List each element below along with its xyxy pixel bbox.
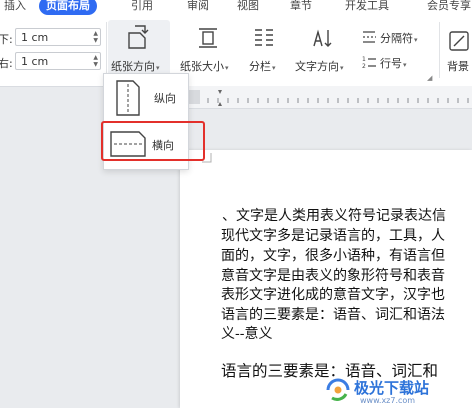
text-direction-button[interactable]: 文字方向▾ (292, 20, 356, 76)
tab-view[interactable]: 视图 (237, 0, 259, 15)
doc-line-2: 现代文字多是记录语言的，工具，人 (221, 228, 445, 244)
chevron-down-icon: ▾ (225, 64, 229, 72)
chevron-down-icon: ▾ (272, 64, 276, 72)
breaks-button[interactable]: 分隔符▾ (360, 28, 434, 48)
chevron-down-icon: ▾ (340, 64, 344, 72)
margin-right-value: 1 cm (21, 55, 49, 68)
group-expand-icon[interactable]: ◢ (427, 74, 432, 82)
chevron-down-icon: ▾ (156, 64, 160, 72)
ribbon-toolbar: 下: 1 cm ▲▼ 右: 1 cm ▲▼ 纸张方向▾ 纸张大小▾ 分栏▾ (0, 16, 472, 87)
margin-right-input[interactable]: 1 cm ▲ ▼ (15, 52, 101, 70)
document-page[interactable]: 、文字是人类用表义符号记录表达信 现代文字多是记录语言的，工具，人 面的，文字，… (180, 150, 472, 408)
margin-bottom-input[interactable]: 1 cm ▲ ▼ (15, 28, 101, 46)
doc-line-1: 、文字是人类用表义符号记录表达信 (222, 208, 446, 224)
tab-chapter[interactable]: 章节 (290, 0, 312, 15)
background-label: 背景 (447, 60, 469, 73)
divider (439, 22, 440, 78)
doc-line-4: 意音文字是由表义的象形符号和表音 (221, 268, 445, 284)
spinner-icon[interactable]: ▲ ▼ (93, 30, 98, 44)
paper-size-icon (199, 28, 217, 48)
orientation-button[interactable]: 纸张方向▾ (108, 20, 170, 76)
ruler-scale (180, 90, 469, 106)
line-numbers-button[interactable]: 1 2 行号▾ (360, 53, 434, 73)
doc-line-6: 语言的三要素是：语音、词汇和语法 (221, 307, 445, 323)
watermark-logo: 极光下载站 www.xz7.com (312, 376, 472, 408)
highlight-box (101, 121, 205, 161)
menu-tab-bar: 插入 页面布局 引用 审阅 视图 章节 开发工具 会员专享 (0, 0, 472, 16)
text-direction-label: 文字方向▾ (295, 60, 344, 73)
chevron-down-icon: ▾ (403, 61, 407, 69)
doc-line-7: 义--意义 (221, 326, 273, 342)
line-numbers-icon: 1 2 (362, 56, 376, 69)
orientation-label: 纸张方向▾ (111, 60, 160, 73)
divider (106, 22, 107, 78)
logo-icon (326, 378, 350, 401)
breaks-icon (363, 31, 376, 43)
tab-page-layout[interactable]: 页面布局 (39, 0, 97, 15)
paper-size-label: 纸张大小▾ (180, 60, 229, 73)
svg-text:2: 2 (362, 63, 366, 69)
columns-label: 分栏▾ (249, 60, 276, 73)
tab-developer[interactable]: 开发工具 (345, 0, 389, 15)
columns-button[interactable]: 分栏▾ (244, 20, 284, 76)
watermark-text: 极光下载站 (354, 379, 430, 397)
tab-review[interactable]: 审阅 (187, 0, 209, 15)
margin-right-label: 右: (0, 57, 13, 70)
text-direction-icon (313, 29, 332, 47)
paper-size-button[interactable]: 纸张大小▾ (176, 20, 240, 76)
margin-bottom-label: 下: (0, 33, 13, 46)
doc-line-3: 面的，文字，很多小语种，有语言但 (221, 248, 445, 264)
tab-references[interactable]: 引用 (131, 0, 153, 15)
orientation-option-portrait[interactable]: 纵向 (104, 76, 188, 120)
background-button[interactable]: 背景 (444, 20, 472, 76)
portrait-page-icon (116, 80, 140, 116)
orientation-icon (128, 25, 149, 49)
breaks-label: 分隔符▾ (380, 32, 418, 45)
portrait-label: 纵向 (154, 92, 176, 105)
chevron-down-icon: ▾ (414, 36, 418, 44)
tab-member[interactable]: 会员专享 (427, 0, 471, 15)
doc-line-5: 表形文字进化成的意音文字，汉字也 (221, 287, 445, 303)
line-numbers-label: 行号▾ (380, 57, 407, 70)
columns-icon (255, 29, 273, 46)
spinner-icon[interactable]: ▲ ▼ (93, 54, 98, 68)
tab-insert[interactable]: 插入 (4, 0, 26, 15)
watermark-url: www.xz7.com (360, 396, 416, 405)
svg-text:1: 1 (362, 56, 366, 63)
background-icon (449, 31, 469, 51)
margin-bottom-value: 1 cm (21, 31, 49, 44)
horizontal-ruler (180, 86, 472, 109)
